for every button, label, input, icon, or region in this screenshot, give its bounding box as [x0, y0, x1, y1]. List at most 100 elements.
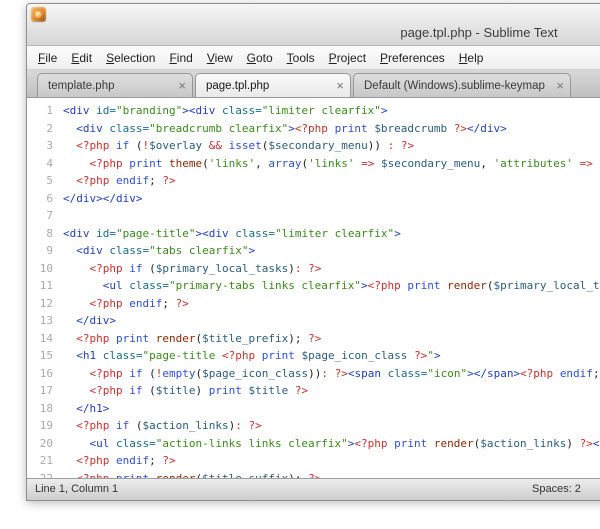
code-line[interactable]: 11 <ul class="primary-tabs links clearfi…: [27, 277, 600, 295]
code-line[interactable]: 16 <?php if (!empty($page_icon_class)): …: [27, 365, 600, 383]
line-number: 15: [27, 347, 63, 365]
menu-preferences[interactable]: Preferences: [373, 48, 452, 68]
tab-close-icon[interactable]: ×: [336, 79, 344, 92]
code-token: </div>: [76, 314, 116, 327]
code-token: [63, 139, 76, 152]
code-token: if: [129, 384, 149, 397]
editor[interactable]: 1<div id="branding"><div class="limiter …: [27, 98, 600, 478]
code-line[interactable]: 22 <?php print render($title_suffix); ?>: [27, 470, 600, 479]
code-line[interactable]: 4 <?php print theme('links', array('link…: [27, 155, 600, 173]
tab-close-icon[interactable]: ×: [556, 79, 564, 92]
code-line[interactable]: 19 <?php if ($action_links): ?>: [27, 417, 600, 435]
code-token: (: [149, 367, 156, 380]
code-line[interactable]: 9 <div class="tabs clearfix">: [27, 242, 600, 260]
code-token: 'links': [308, 157, 354, 170]
code-line[interactable]: 12 <?php endif; ?>: [27, 295, 600, 313]
line-number: 9: [27, 242, 63, 260]
tab-page.tpl.php[interactable]: page.tpl.php×: [195, 73, 351, 97]
titlebar[interactable]: page.tpl.php - Sublime Text: [27, 4, 600, 46]
code-token: $action_links: [143, 419, 229, 432]
code-line[interactable]: 6</div></div>: [27, 190, 600, 208]
code-token: (: [136, 419, 143, 432]
code-text: <?php endif; ?>: [63, 172, 176, 190]
line-number: 17: [27, 382, 63, 400]
line-number: 22: [27, 470, 63, 479]
code-token: $breadcrumb: [374, 122, 453, 135]
code-token: </h1>: [76, 402, 109, 415]
code-line[interactable]: 14 <?php print render($title_prefix); ?>: [27, 330, 600, 348]
code-token: <?php: [368, 279, 408, 292]
code-token: $title: [249, 384, 295, 397]
code-token: print: [209, 384, 249, 397]
code-line[interactable]: 15 <h1 class="page-title <?php print $pa…: [27, 347, 600, 365]
code-token: print: [335, 122, 375, 135]
window-title: page.tpl.php - Sublime Text: [27, 25, 600, 40]
code-token: [63, 297, 90, 310]
code-token: [63, 332, 76, 345]
code-text: <div class="tabs clearfix">: [63, 242, 255, 260]
code-text: <?php if ($action_links): ?>: [63, 417, 262, 435]
code-token: $title_prefix: [202, 332, 288, 345]
code-text: <?php if (!$overlay && isset($secondary_…: [63, 137, 414, 155]
line-number: 13: [27, 312, 63, 330]
sublime-app-icon[interactable]: [31, 7, 46, 22]
code-line[interactable]: 5 <?php endif; ?>: [27, 172, 600, 190]
line-number: 5: [27, 172, 63, 190]
code-token: (: [202, 157, 209, 170]
code-line[interactable]: 18 </h1>: [27, 400, 600, 418]
code-text: <ul class="action-links links clearfix">…: [63, 435, 600, 453]
code-token: >: [394, 227, 401, 240]
code-token: <div: [76, 122, 103, 135]
menu-selection[interactable]: Selection: [99, 48, 162, 68]
code-token: <?php: [520, 367, 560, 380]
code-token: ?>: [295, 384, 308, 397]
code-token: print: [394, 437, 434, 450]
code-token: :: [295, 262, 308, 275]
code-text: <ul class="primary-tabs links clearfix">…: [63, 277, 600, 295]
code-line[interactable]: 2 <div class="breadcrumb clearfix"><?php…: [27, 120, 600, 138]
code-token: theme: [169, 157, 202, 170]
code-token: ?>: [580, 437, 593, 450]
code-line[interactable]: 17 <?php if ($title) print $title ?>: [27, 382, 600, 400]
indent-setting[interactable]: Spaces: 2: [532, 483, 581, 495]
code-token: $page_icon_class: [202, 367, 308, 380]
code-token: :: [321, 367, 334, 380]
code-line[interactable]: 10 <?php if ($primary_local_tasks): ?>: [27, 260, 600, 278]
tab-template.php[interactable]: template.php×: [37, 73, 193, 97]
code-token: [63, 384, 90, 397]
code-token: id=: [90, 227, 117, 240]
menu-edit[interactable]: Edit: [64, 48, 99, 68]
code-line[interactable]: 21 <?php endif; ?>: [27, 452, 600, 470]
code-line[interactable]: 13 </div>: [27, 312, 600, 330]
code-token: if: [116, 419, 136, 432]
code-token: >: [288, 122, 295, 135]
code-token: ;: [149, 174, 162, 187]
code-token: class=: [103, 122, 149, 135]
code-token: if: [129, 367, 149, 380]
code-token: "page-title": [116, 227, 195, 240]
tab-close-icon[interactable]: ×: [178, 79, 186, 92]
code-line[interactable]: 1<div id="branding"><div class="limiter …: [27, 102, 600, 120]
code-token: $secondary_menu: [268, 139, 367, 152]
code-line[interactable]: 8<div id="page-title"><div class="limite…: [27, 225, 600, 243]
code-token: );: [288, 332, 308, 345]
menu-help[interactable]: Help: [452, 48, 491, 68]
code-token: [63, 244, 76, 257]
code-line[interactable]: 20 <ul class="action-links links clearfi…: [27, 435, 600, 453]
code-token: <?php: [354, 437, 394, 450]
code-line[interactable]: 3 <?php if (!$overlay && isset($secondar…: [27, 137, 600, 155]
code-token: [63, 174, 76, 187]
tab-Default (Windows).sublime-keymap[interactable]: Default (Windows).sublime-keymap×: [353, 73, 571, 97]
menu-file[interactable]: File: [31, 48, 64, 68]
menu-find[interactable]: Find: [162, 48, 199, 68]
code-token: class=: [215, 104, 261, 117]
menu-tools[interactable]: Tools: [280, 48, 322, 68]
menu-project[interactable]: Project: [322, 48, 373, 68]
menu-goto[interactable]: Goto: [240, 48, 280, 68]
code-token: =>: [573, 157, 600, 170]
code-token: endif: [129, 297, 162, 310]
menu-view[interactable]: View: [200, 48, 240, 68]
code-line[interactable]: 7: [27, 207, 600, 225]
code-token: (: [149, 384, 156, 397]
code-token: print: [129, 157, 169, 170]
